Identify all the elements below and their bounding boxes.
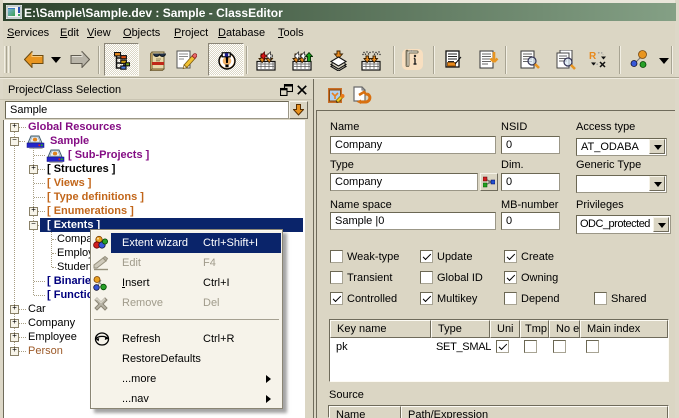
svg-text:R: R <box>589 51 597 62</box>
